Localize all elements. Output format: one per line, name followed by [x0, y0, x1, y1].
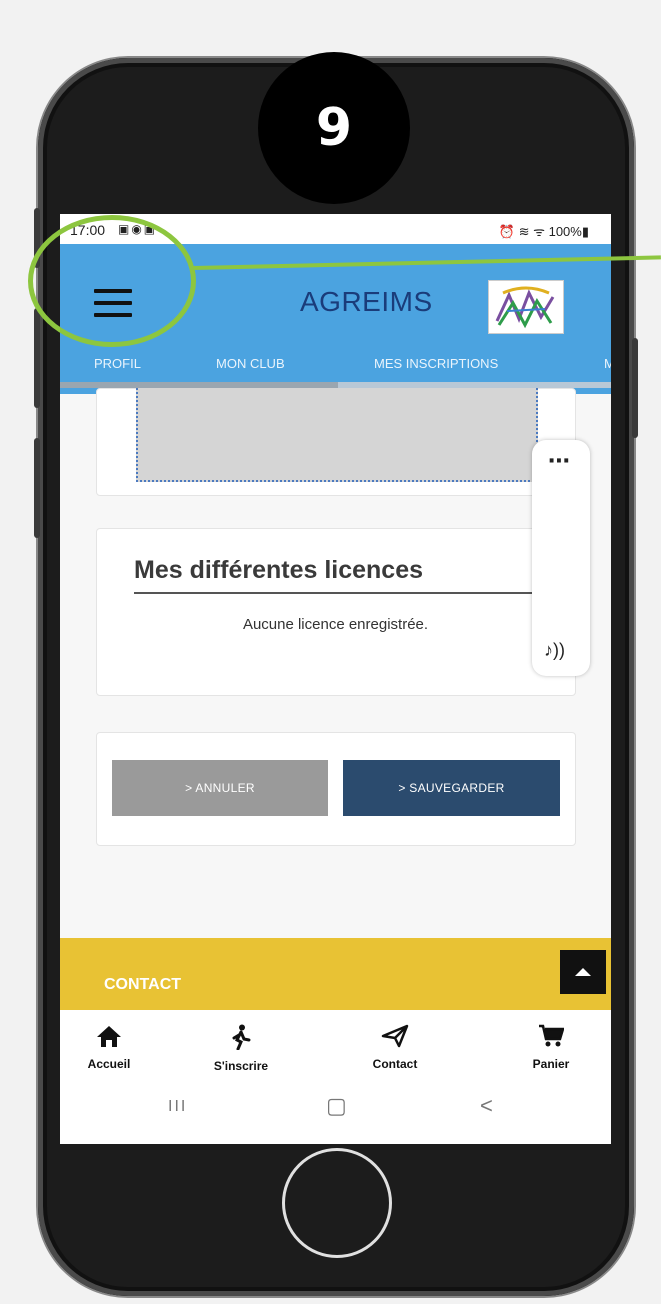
power-button	[632, 338, 638, 438]
club-logo	[488, 280, 564, 334]
app-title: AGREIMS	[300, 286, 433, 317]
heading-divider	[134, 592, 532, 594]
back-system-button[interactable]: <	[480, 1093, 493, 1119]
contact-footer: CONTACT	[60, 938, 611, 1010]
volume-down-button	[34, 438, 40, 538]
recents-button[interactable]: III	[168, 1098, 187, 1116]
tab-more[interactable]: M	[604, 356, 611, 371]
contact-heading: CONTACT	[104, 976, 182, 993]
status-right-icons: ⏰ ≋ ᯤ 100%▮	[498, 224, 589, 239]
step-number-badge: 9	[258, 52, 410, 204]
nav-label-accueil: Accueil	[87, 1057, 131, 1071]
read-aloud-icon[interactable]: ♪))	[544, 640, 565, 661]
scroll-to-top-button[interactable]	[560, 950, 606, 994]
tab-profil[interactable]: PROFIL	[94, 356, 141, 371]
tab-mon-club[interactable]: MON CLUB	[216, 356, 285, 371]
phone-screen: 17:00 ▣◉▣ ⏰ ≋ ᯤ 100%▮ AGREIMS PROFIL MON…	[60, 214, 611, 1144]
home-system-button[interactable]: ▢	[326, 1093, 347, 1119]
send-icon	[381, 1024, 409, 1048]
nav-sinscrire[interactable]: S'inscrire	[196, 1024, 286, 1073]
caret-up-icon	[575, 968, 591, 976]
licences-empty-message: Aucune licence enregistrée.	[242, 616, 429, 633]
nav-label-contact: Contact	[372, 1057, 418, 1071]
walker-icon	[232, 1024, 251, 1051]
nav-panier[interactable]: Panier	[506, 1024, 596, 1071]
save-button[interactable]: > SAUVEGARDER	[343, 760, 560, 816]
image-placeholder-area[interactable]	[136, 388, 538, 482]
home-icon	[97, 1026, 121, 1047]
nav-accueil[interactable]: Accueil	[64, 1024, 154, 1071]
volume-up-button	[34, 308, 40, 408]
logo-graphic	[495, 286, 555, 329]
cart-icon	[539, 1024, 565, 1047]
nav-label-panier: Panier	[532, 1057, 570, 1071]
highlight-circle	[28, 215, 196, 347]
tab-mes-inscriptions[interactable]: MES INSCRIPTIONS	[374, 356, 498, 371]
cancel-button[interactable]: > ANNULER	[112, 760, 328, 816]
accessibility-toolbar: ⋯ ♪))	[532, 440, 590, 676]
more-options-icon[interactable]: ⋯	[548, 448, 570, 474]
bottom-navigation: Accueil S'inscrire Contact Panier	[60, 1010, 611, 1082]
licences-card	[96, 528, 576, 696]
nav-contact[interactable]: Contact	[350, 1024, 440, 1071]
licences-heading: Mes différentes licences	[134, 556, 424, 584]
nav-label-sinscrire: S'inscrire	[213, 1059, 269, 1073]
system-navigation-bar: III ▢ <	[60, 1082, 611, 1144]
physical-home-button	[282, 1148, 392, 1258]
